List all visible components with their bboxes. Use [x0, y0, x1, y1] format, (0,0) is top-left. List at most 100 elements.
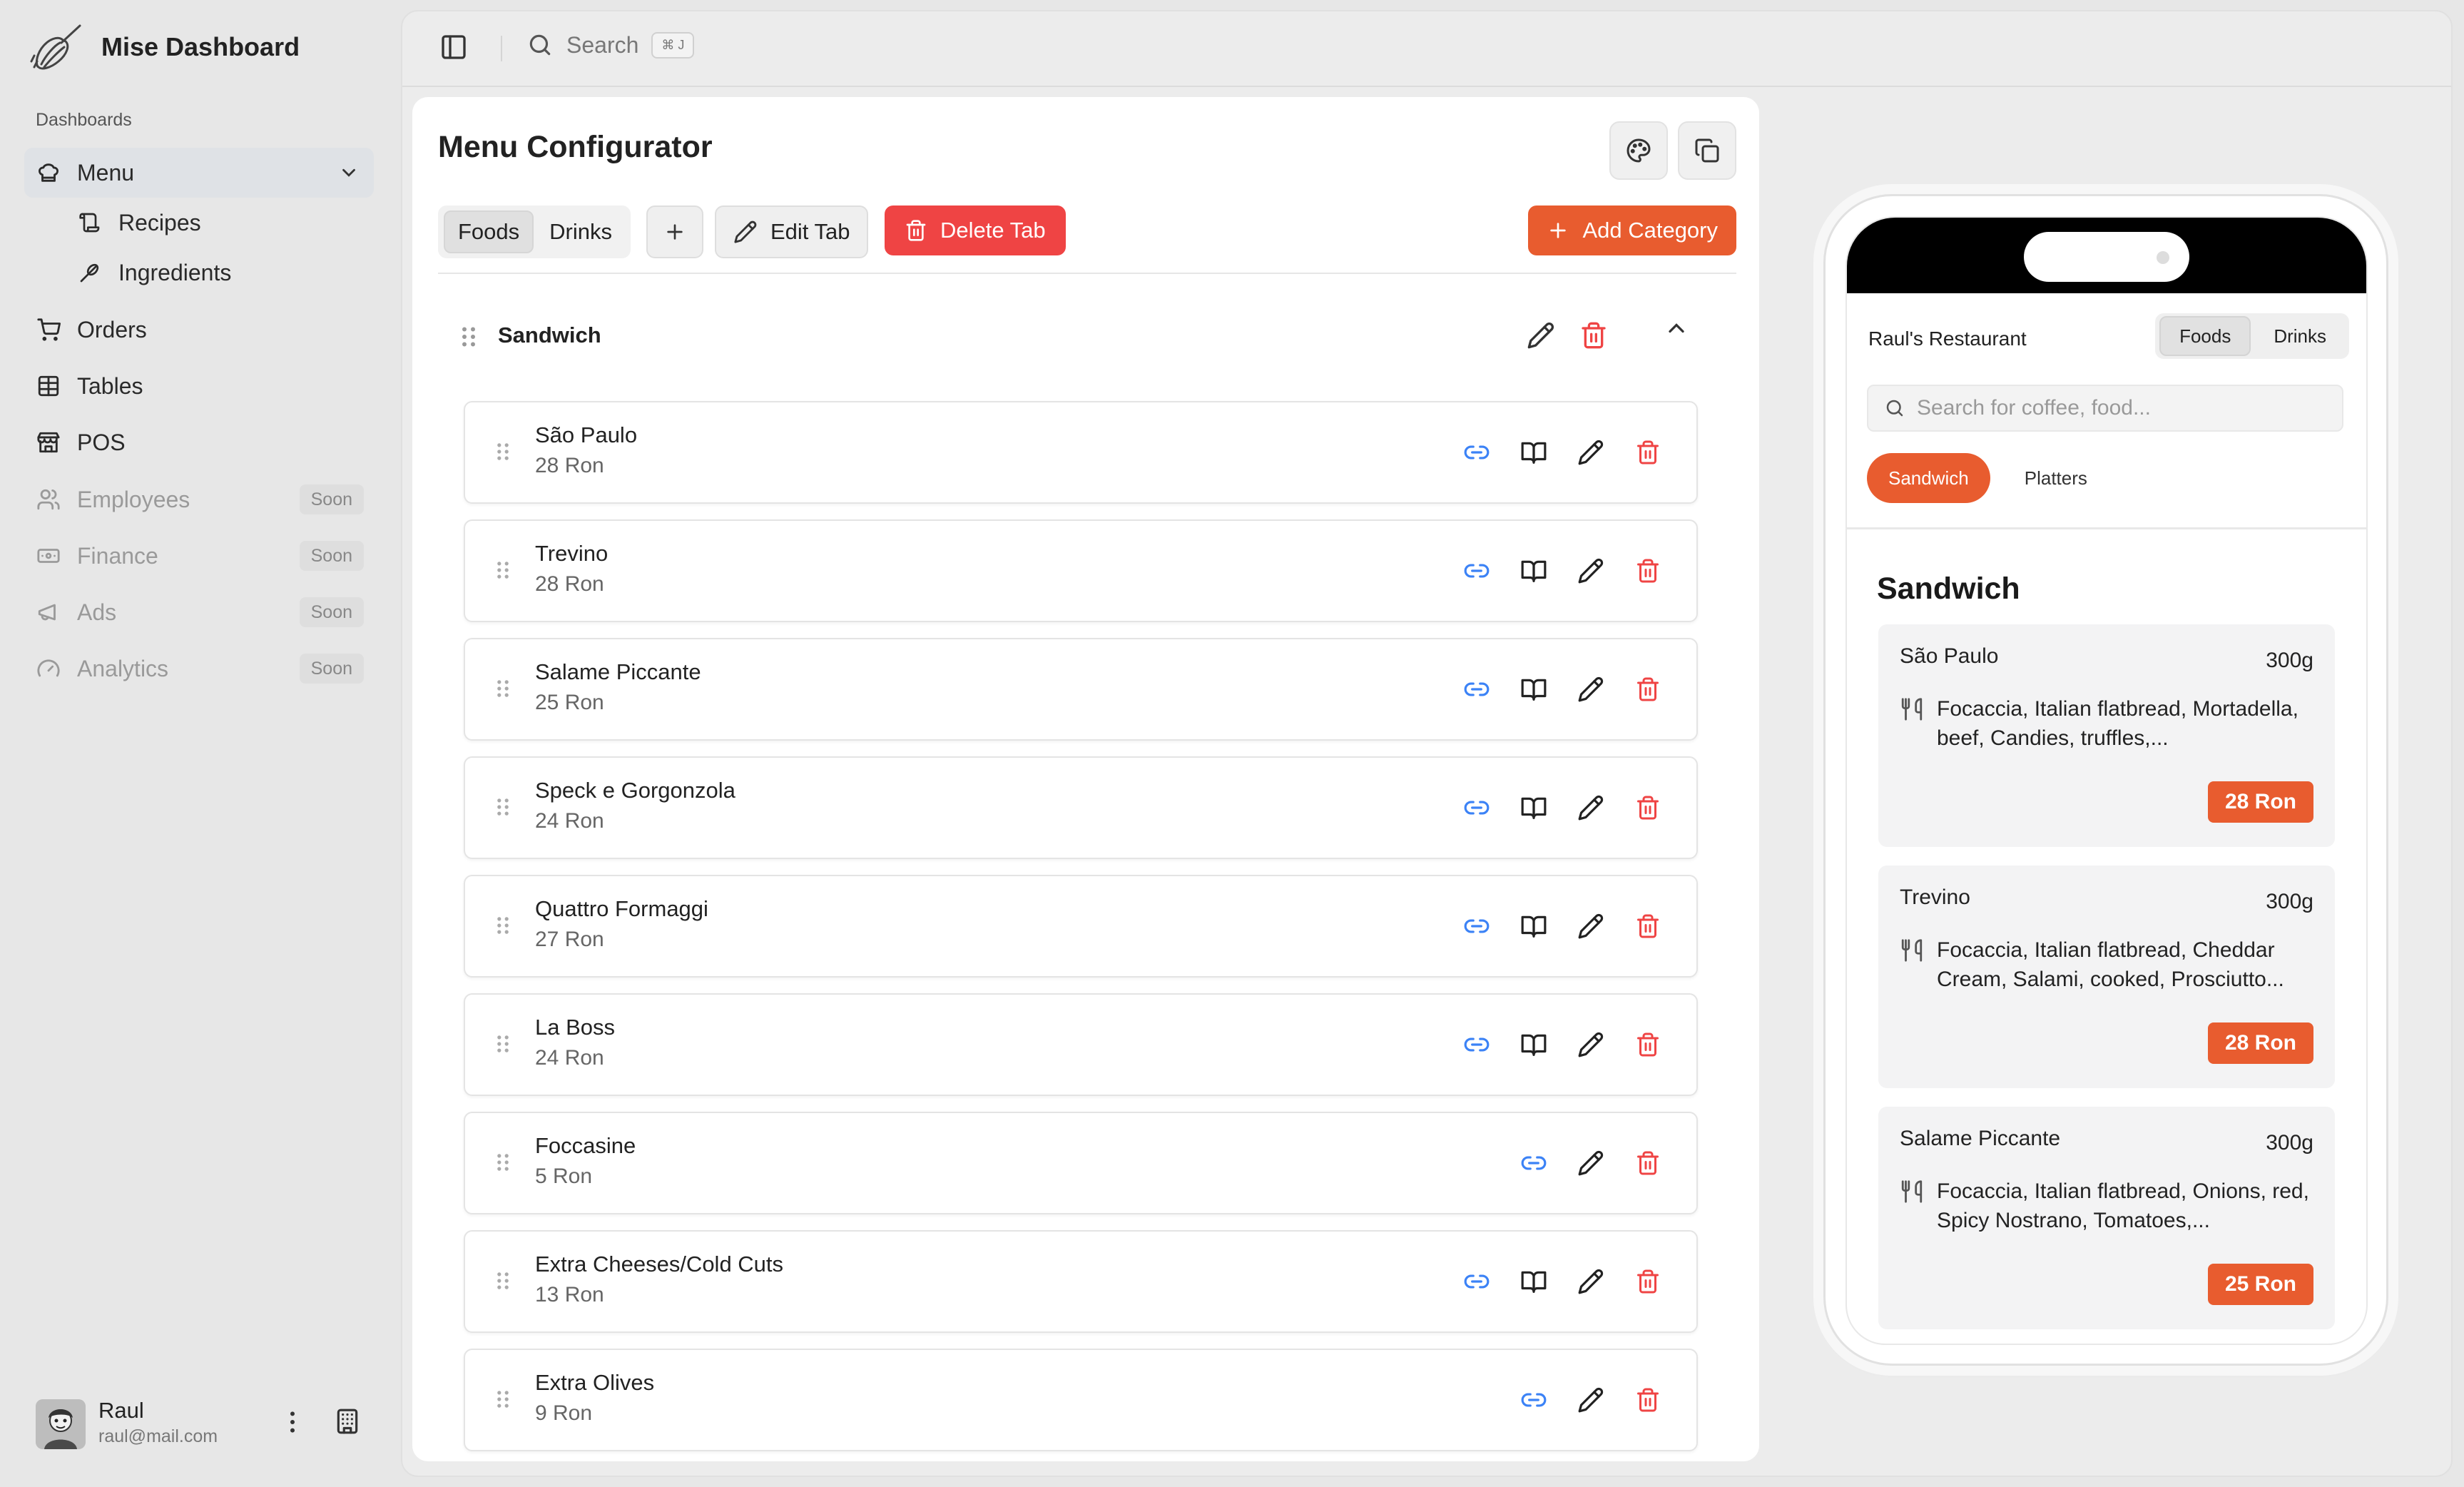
sidebar-item-recipes[interactable]: Recipes [66, 198, 372, 248]
trash-icon[interactable] [1632, 1029, 1664, 1060]
user-profile[interactable]: Raul raul@mail.com [36, 1395, 371, 1452]
preview-menu-item[interactable]: São Paulo 300g Focaccia, Italian flatbread… [1878, 624, 2335, 847]
add-tab-button[interactable] [646, 205, 703, 258]
menu-item-row[interactable]: Speck e Gorgonzola 24 Ron [464, 756, 1698, 859]
tab-foods[interactable]: Foods [444, 210, 534, 253]
chip-platters[interactable]: Platters [2003, 453, 2109, 503]
trash-icon[interactable] [1632, 555, 1664, 587]
trash-icon[interactable] [1632, 792, 1664, 823]
item-name: Speck e Gorgonzola [535, 778, 735, 803]
preview-search-input[interactable]: Search for coffee, food... [1867, 385, 2343, 432]
preview-menu-item[interactable]: Trevino 300g Focaccia, Italian flatbread, … [1878, 866, 2335, 1088]
category-chips: Sandwich Platters [1867, 453, 2109, 503]
users-icon [34, 485, 63, 514]
preview-menu-item[interactable]: Salame Piccante 300g Focaccia, Italian fla… [1878, 1107, 2335, 1329]
book-open-icon[interactable] [1518, 1266, 1549, 1297]
menu-item-row[interactable]: Foccasine 5 Ron [464, 1112, 1698, 1214]
preview-item-name: Salame Piccante [1900, 1127, 2061, 1150]
item-name: Foccasine [535, 1133, 636, 1158]
category-header[interactable]: Sandwich [438, 311, 1736, 362]
pencil-icon[interactable] [1575, 910, 1607, 942]
menu-item-row[interactable]: Extra Cheeses/Cold Cuts 13 Ron [464, 1230, 1698, 1333]
pencil-icon[interactable] [1575, 1384, 1607, 1416]
grip-vertical-icon[interactable] [494, 676, 512, 701]
book-open-icon[interactable] [1518, 555, 1549, 587]
grip-vertical-icon[interactable] [494, 1269, 512, 1293]
search-trigger[interactable]: Search ⌘ J [526, 31, 695, 59]
grip-vertical-icon[interactable] [458, 324, 479, 350]
search-placeholder: Search for coffee, food... [1917, 396, 2151, 420]
tab-drinks[interactable]: Drinks [536, 212, 625, 252]
pencil-icon[interactable] [1575, 555, 1607, 587]
trash-icon[interactable] [1632, 910, 1664, 942]
preview-item-price: 28 Ron [2207, 1022, 2313, 1064]
theme-button[interactable] [1609, 121, 1668, 180]
sidebar-item-analytics: Analytics Soon [24, 644, 374, 694]
trash-icon[interactable] [1632, 1266, 1664, 1297]
pencil-icon[interactable] [1575, 792, 1607, 823]
item-actions [1461, 910, 1664, 942]
menu-item-row[interactable]: Extra Olives 9 Ron [464, 1349, 1698, 1451]
sidebar-item-menu[interactable]: Menu [24, 148, 374, 198]
chevron-down-icon[interactable] [338, 162, 360, 183]
link-icon[interactable] [1461, 555, 1492, 587]
sidebar-item-tables[interactable]: Tables [24, 361, 374, 411]
pencil-icon[interactable] [1575, 1266, 1607, 1297]
preview-tab-foods[interactable]: Foods [2159, 316, 2251, 356]
book-open-icon[interactable] [1518, 674, 1549, 705]
link-icon[interactable] [1461, 1266, 1492, 1297]
link-icon[interactable] [1518, 1147, 1549, 1179]
utensils-icon [1900, 697, 1924, 721]
grip-vertical-icon[interactable] [494, 1150, 512, 1174]
grip-vertical-icon[interactable] [494, 558, 512, 582]
preview-item-price: 25 Ron [2207, 1264, 2313, 1305]
menu-item-row[interactable]: São Paulo 28 Ron [464, 401, 1698, 504]
link-icon[interactable] [1461, 674, 1492, 705]
menu-item-row[interactable]: Trevino 28 Ron [464, 519, 1698, 622]
link-icon[interactable] [1461, 792, 1492, 823]
sidebar-toggle-icon[interactable] [439, 33, 468, 61]
sidebar-item-ingredients[interactable]: Ingredients [66, 248, 372, 298]
sidebar-item-orders[interactable]: Orders [24, 305, 374, 355]
grip-vertical-icon[interactable] [494, 440, 512, 464]
grip-vertical-icon[interactable] [494, 795, 512, 819]
pencil-icon[interactable] [1575, 437, 1607, 468]
link-icon[interactable] [1518, 1384, 1549, 1416]
brand[interactable]: Mise Dashboard [30, 20, 300, 74]
trash-icon[interactable] [1632, 674, 1664, 705]
pencil-icon[interactable] [1575, 1029, 1607, 1060]
grip-vertical-icon[interactable] [494, 1387, 512, 1411]
trash-icon[interactable] [1632, 437, 1664, 468]
avatar[interactable] [36, 1399, 86, 1449]
book-open-icon[interactable] [1518, 437, 1549, 468]
trash-icon[interactable] [1632, 1384, 1664, 1416]
edit-category-icon[interactable] [1527, 321, 1555, 350]
building-icon[interactable] [334, 1408, 361, 1435]
link-icon[interactable] [1461, 910, 1492, 942]
book-open-icon[interactable] [1518, 1029, 1549, 1060]
book-open-icon[interactable] [1518, 910, 1549, 942]
add-category-button[interactable]: Add Category [1528, 205, 1736, 255]
more-vertical-icon[interactable] [278, 1408, 307, 1436]
book-open-icon[interactable] [1518, 792, 1549, 823]
delete-tab-button[interactable]: Delete Tab [885, 205, 1066, 255]
copy-button[interactable] [1678, 121, 1736, 180]
link-icon[interactable] [1461, 437, 1492, 468]
preview-tab-drinks[interactable]: Drinks [2255, 318, 2345, 355]
edit-tab-button[interactable]: Edit Tab [715, 205, 869, 258]
link-icon[interactable] [1461, 1029, 1492, 1060]
chip-sandwich[interactable]: Sandwich [1867, 453, 1990, 503]
menu-item-row[interactable]: Salame Piccante 25 Ron [464, 638, 1698, 741]
sidebar-item-pos[interactable]: POS [24, 417, 374, 467]
preview-header: Raul's Restaurant Foods Drinks [1847, 293, 2366, 372]
pencil-icon[interactable] [1575, 1147, 1607, 1179]
pencil-icon[interactable] [1575, 674, 1607, 705]
item-actions [1461, 674, 1664, 705]
grip-vertical-icon[interactable] [494, 1032, 512, 1056]
chevron-up-icon[interactable] [1664, 315, 1689, 341]
menu-item-row[interactable]: La Boss 24 Ron [464, 993, 1698, 1096]
grip-vertical-icon[interactable] [494, 913, 512, 938]
menu-item-row[interactable]: Quattro Formaggi 27 Ron [464, 875, 1698, 978]
trash-icon[interactable] [1632, 1147, 1664, 1179]
delete-category-icon[interactable] [1579, 321, 1608, 350]
